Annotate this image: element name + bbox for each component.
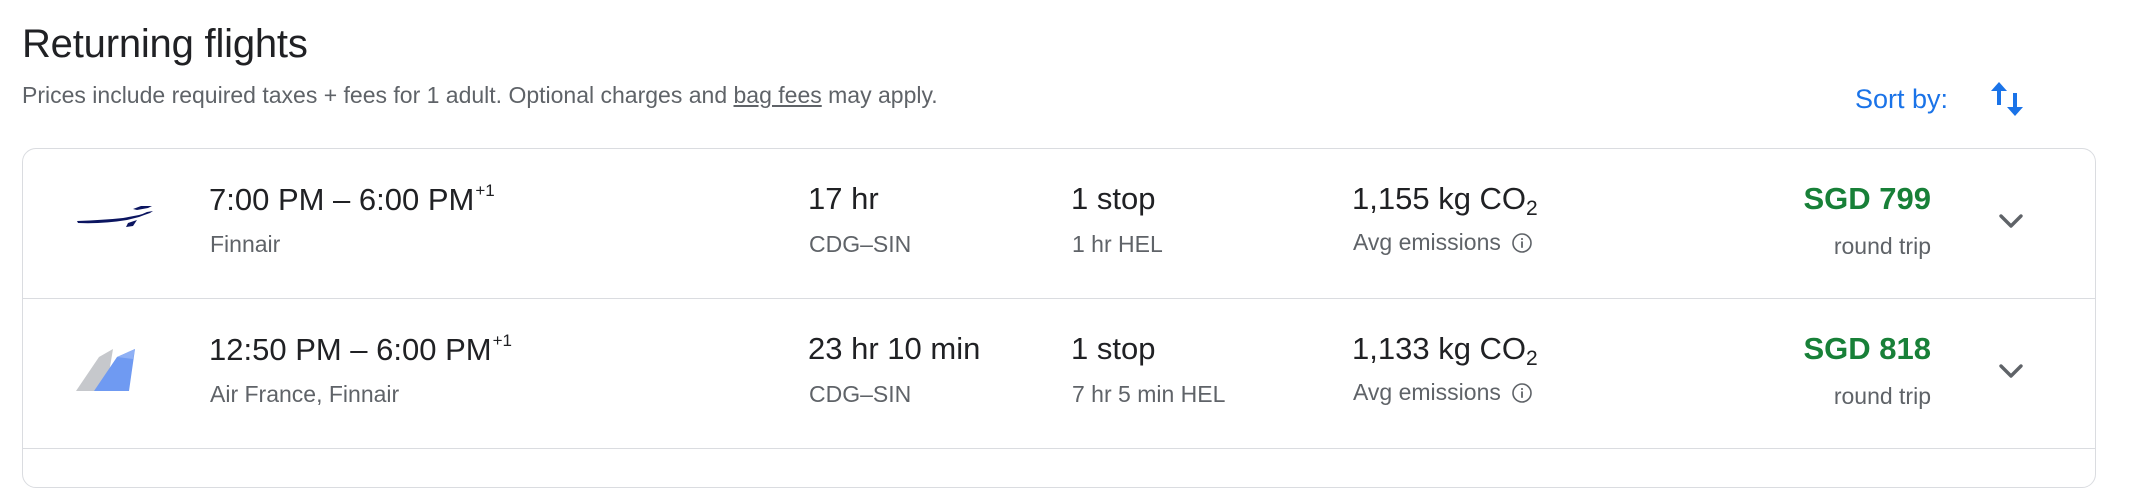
info-icon[interactable] [1511,232,1533,254]
chevron-down-icon [1999,214,2023,228]
sort-button[interactable]: Sort by: [1855,78,2026,120]
emissions-label: Avg emissions [1353,379,1533,406]
flight-price: SGD 818 [1803,331,1931,366]
flight-route: CDG–SIN [809,381,912,407]
emissions-value: 1,155 kg CO2 [1352,181,1538,221]
sort-label: Sort by: [1855,83,1949,114]
price-disclaimer-suffix: may apply. [821,82,938,108]
layover-info: 1 hr HEL [1072,231,1163,257]
flight-price: SGD 799 [1803,181,1931,216]
next-day-indicator: +1 [492,331,512,350]
bag-fees-link[interactable]: bag fees [734,82,822,108]
air-france-finnair-logo [76,349,135,391]
departure-arrival-times: 7:00 PM – 6:00 PM [209,182,475,217]
chevron-down-icon [1999,364,2023,378]
emissions-label-text: Avg emissions [1353,379,1501,405]
flight-route: CDG–SIN [809,231,912,257]
price-disclaimer-text: Prices include required taxes + fees for… [22,82,734,108]
flight-duration: 23 hr 10 min [808,331,981,366]
finnair-logo [77,206,153,227]
flight-times: 12:50 PM – 6:00 PM+1 [209,331,512,368]
emissions-label-text: Avg emissions [1353,229,1501,255]
stops-count: 1 stop [1071,331,1156,366]
flight-duration: 17 hr [808,181,879,216]
airline-name: Air France, Finnair [210,381,400,407]
expand-flight-button[interactable] [1987,197,2035,245]
flight-row[interactable]: 12:50 PM – 6:00 PM+1 Air France, Finnair… [23,299,2095,449]
departure-arrival-times: 12:50 PM – 6:00 PM [209,332,492,367]
flight-times: 7:00 PM – 6:00 PM+1 [209,181,495,218]
emissions-subscript: 2 [1526,197,1538,220]
flight-row[interactable]: 7:00 PM – 6:00 PM+1 Finnair 17 hr CDG–SI… [23,149,2095,299]
price-type: round trip [1833,383,1931,409]
page-title: Returning flights [22,22,308,66]
emissions-amount: 1,155 kg CO [1352,181,1527,216]
next-day-indicator: +1 [475,181,495,200]
emissions-subscript: 2 [1526,347,1538,370]
info-icon[interactable] [1511,382,1533,404]
flight-results-list: 7:00 PM – 6:00 PM+1 Finnair 17 hr CDG–SI… [22,148,2096,488]
sort-arrows-icon [1991,82,2024,116]
stops-count: 1 stop [1071,181,1156,216]
emissions-value: 1,133 kg CO2 [1352,331,1538,371]
emissions-amount: 1,133 kg CO [1352,331,1527,366]
price-type: round trip [1833,233,1931,259]
price-disclaimer: Prices include required taxes + fees for… [22,82,938,109]
expand-flight-button[interactable] [1987,347,2035,395]
airline-name: Finnair [210,231,281,257]
emissions-label: Avg emissions [1353,229,1533,256]
layover-info: 7 hr 5 min HEL [1072,381,1226,407]
